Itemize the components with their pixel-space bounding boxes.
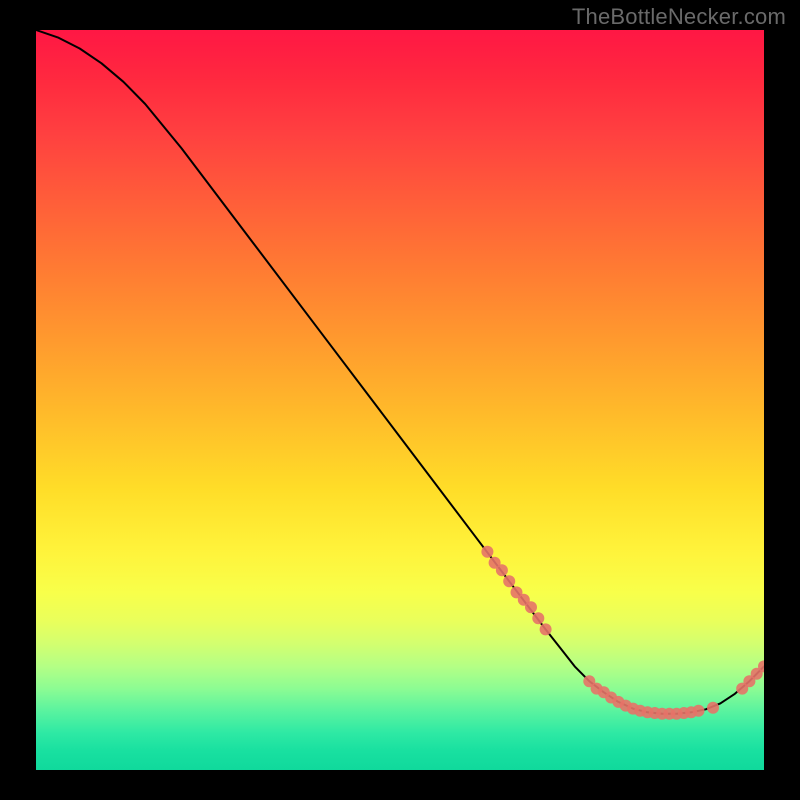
data-point [693, 705, 705, 717]
data-point [707, 702, 719, 714]
curve-line [36, 30, 764, 714]
data-point [525, 601, 537, 613]
marker-group [481, 546, 764, 720]
chart-svg [36, 30, 764, 770]
watermark-label: TheBottleNecker.com [572, 4, 786, 30]
plot-area [36, 30, 764, 770]
chart-stage: TheBottleNecker.com [0, 0, 800, 800]
data-point [481, 546, 493, 558]
data-point [540, 623, 552, 635]
data-point [532, 612, 544, 624]
data-point [503, 575, 515, 587]
data-point [496, 564, 508, 576]
